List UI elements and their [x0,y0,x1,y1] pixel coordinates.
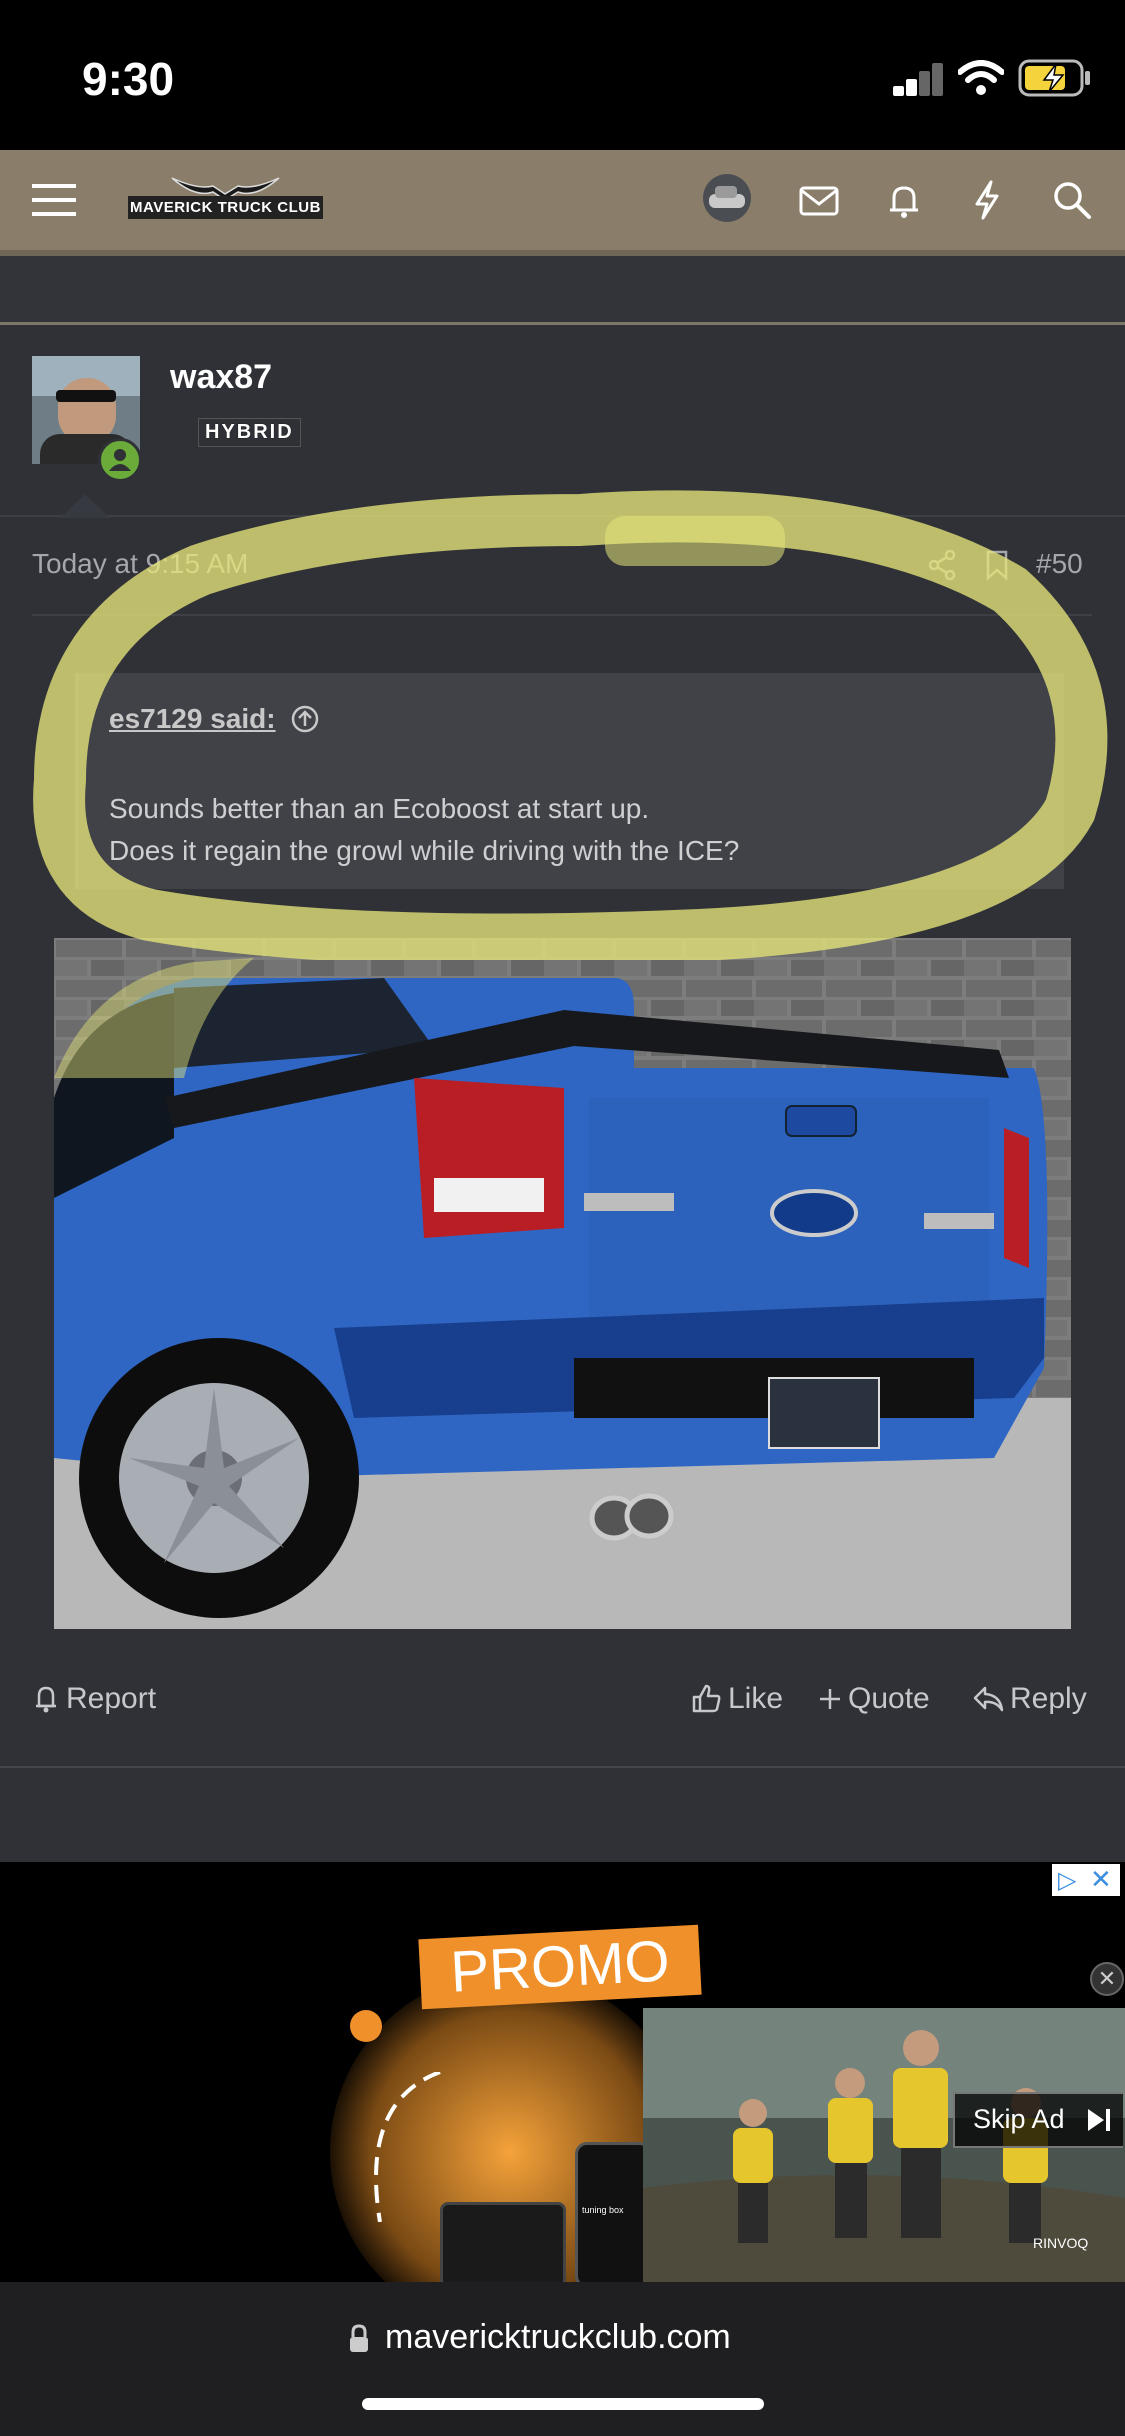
home-indicator[interactable] [362,2398,764,2410]
reply-button[interactable]: Reply [972,1682,1087,1716]
skip-ad-label: Skip Ad [973,2104,1065,2134]
menu-icon[interactable] [30,176,78,224]
username[interactable]: wax87 [170,358,272,397]
post-bottom-divider [0,1766,1125,1768]
quote-label: Quote [848,1682,930,1715]
bell-icon[interactable] [880,176,928,224]
report-button[interactable]: Report [32,1682,156,1716]
phone-graphic: tuning box [575,2142,651,2282]
plus-icon [820,1689,840,1709]
like-label: Like [728,1682,784,1715]
battery-charging-icon [1018,59,1090,97]
skip-ad-button[interactable]: Skip Ad [953,2092,1123,2148]
logo-text: MAVERICK TRUCK CLUB [128,196,323,219]
reply-label: Reply [1010,1682,1087,1715]
quote-button[interactable]: Quote [818,1682,930,1716]
rinvoq-brand: RINVOQ [1033,2235,1088,2251]
ad-orange-dot [350,2010,382,2042]
lock-icon [350,2324,368,2352]
like-button[interactable]: Like [690,1682,783,1716]
status-time: 9:30 [82,53,175,105]
site-logo[interactable]: MAVERICK TRUCK CLUB [128,170,323,230]
reply-arrow-icon [973,1686,1004,1712]
ad-close-icon[interactable]: ✕ [1090,1962,1124,1996]
report-bell-icon [36,1686,56,1713]
wifi-icon [958,60,1004,95]
highlight-circle-annotation [33,490,1108,960]
promo-label: PROMO [448,1928,672,2005]
user-avatar-thumb[interactable] [703,174,751,222]
thumbs-up-icon [692,1684,721,1713]
mail-icon[interactable] [795,176,843,224]
tuning-box-device [440,2202,566,2282]
lightning-icon[interactable] [963,176,1011,224]
skip-forward-icon [1088,2109,1110,2131]
search-icon[interactable] [1048,176,1096,224]
ad-dashed-arc [374,2072,441,2222]
truck-photo[interactable] [54,938,1071,1629]
site-header: MAVERICK TRUCK CLUB [0,150,1125,250]
report-label: Report [66,1682,157,1715]
previous-post-strip [0,256,1125,324]
ad-choices-icon[interactable]: ▷ ✕ [1052,1864,1120,1896]
browser-address-bar [0,2282,1125,2436]
promo-banner: PROMO [418,1924,702,2010]
url-text[interactable]: mavericktruckclub.com [385,2318,731,2357]
online-status-icon [98,438,142,482]
cellular-signal-icon [893,62,943,96]
tuning-box-label: tuning box [582,2205,624,2215]
user-badge: HYBRID [198,418,301,447]
